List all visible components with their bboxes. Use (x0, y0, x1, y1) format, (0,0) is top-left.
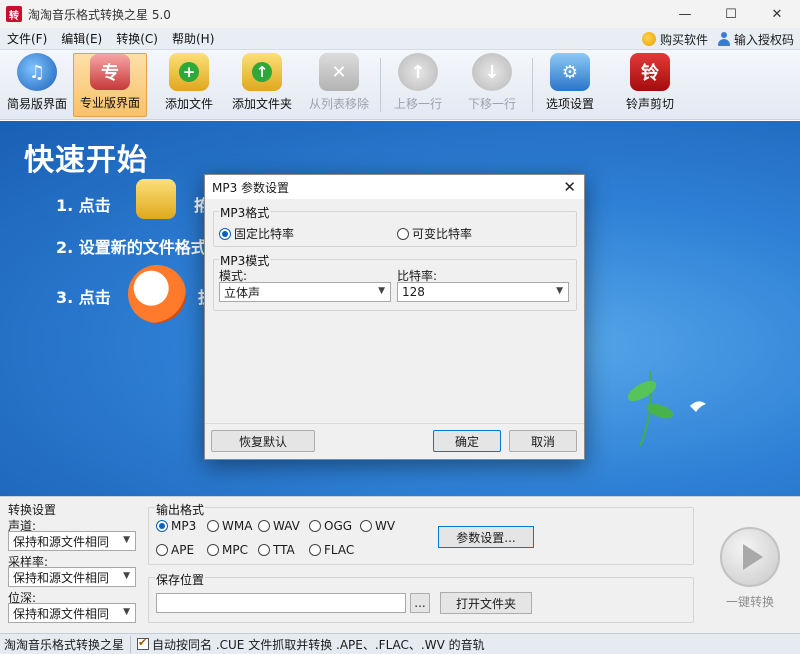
mode-select[interactable]: 立体声 ▼ (219, 282, 391, 302)
param-settings-button[interactable]: 参数设置... (438, 526, 534, 548)
move-up-icon: ↑ (398, 53, 438, 91)
chevron-down-icon: ▼ (123, 571, 130, 581)
open-folder-button[interactable]: 打开文件夹 (440, 592, 532, 614)
status-app-name: 淘淘音乐格式转换之星 (0, 635, 132, 653)
status-bar: 淘淘音乐格式转换之星 自动按同名 .CUE 文件抓取并转换 .APE、.FLAC… (0, 633, 800, 654)
format-radio-ape[interactable]: APE (156, 543, 194, 557)
cancel-button[interactable]: 取消 (509, 430, 577, 452)
move-up-button[interactable]: ↑ 上移一行 (388, 53, 448, 117)
toolbar-separator (380, 58, 381, 112)
chevron-down-icon: ▼ (123, 535, 130, 545)
easy-mode-button[interactable]: ♫ 简易版界面 (4, 53, 70, 117)
save-path-input[interactable] (156, 593, 406, 613)
ok-button[interactable]: 确定 (433, 430, 501, 452)
one-click-convert-button[interactable]: 一键转换 (714, 527, 786, 617)
bitdepth-select[interactable]: 保持和源文件相同 ▼ (8, 603, 136, 623)
menu-edit[interactable]: 编辑(E) (54, 30, 109, 47)
save-location-label: 保存位置 (155, 571, 206, 588)
cbr-radio[interactable]: 固定比特率 (219, 225, 294, 242)
options-icon: ⚙ (550, 53, 590, 91)
add-file-icon: + (169, 53, 209, 91)
minimize-button[interactable]: — (662, 0, 708, 28)
samplerate-select[interactable]: 保持和源文件相同 ▼ (8, 567, 136, 587)
mp3-settings-dialog: MP3 参数设置 ✕ MP3格式 固定比特率 可变比特率 MP3模式 模式: 立… (204, 174, 585, 460)
remove-from-list-button[interactable]: ✕ 从列表移除 (306, 53, 372, 117)
toolbar-separator (532, 58, 533, 112)
remove-icon: ✕ (319, 53, 359, 91)
dialog-title: MP3 参数设置 (212, 180, 290, 195)
chevron-down-icon: ▼ (556, 286, 563, 296)
convert-settings-title: 转换设置 (8, 503, 57, 517)
step-2-text: 2. 设置新的文件格式 (56, 238, 207, 257)
convert-icon (128, 265, 186, 323)
user-icon (717, 32, 730, 46)
format-radio-mp3[interactable]: MP3 (156, 519, 196, 533)
pro-mode-icon: 专 (90, 54, 130, 90)
register-link[interactable]: 输入授权码 (717, 31, 794, 48)
move-down-button[interactable]: ↓ 下移一行 (462, 53, 522, 117)
title-bar: 转 淘淘音乐格式转换之星 5.0 — ☐ ✕ (0, 0, 800, 28)
menu-file[interactable]: 文件(F) (0, 30, 54, 47)
window-title: 淘淘音乐格式转换之星 5.0 (28, 7, 171, 22)
ringtone-icon: 铃 (630, 53, 670, 91)
add-file-icon (136, 179, 176, 219)
add-folder-icon: ↑ (242, 53, 282, 91)
reset-default-button[interactable]: 恢复默认 (211, 430, 315, 452)
dialog-divider (205, 423, 584, 424)
step-1-text: 1. 点击 (56, 196, 111, 215)
chevron-down-icon: ▼ (378, 286, 385, 296)
move-down-icon: ↓ (472, 53, 512, 91)
options-button[interactable]: ⚙ 选项设置 (542, 53, 598, 117)
pro-mode-button[interactable]: 专 专业版界面 (73, 53, 147, 117)
settings-panel: 转换设置 声道: 保持和源文件相同 ▼ 采样率: 保持和源文件相同 ▼ 位深: 保持… (0, 496, 800, 633)
add-folder-button[interactable]: ↑ 添加文件夹 (228, 53, 296, 117)
maximize-button[interactable]: ☐ (708, 0, 754, 28)
menu-bar: 文件(F) 编辑(E) 转换(C) 帮助(H) 购买软件 输入授权码 (0, 28, 800, 50)
menu-help[interactable]: 帮助(H) (165, 30, 221, 47)
add-file-button[interactable]: + 添加文件 (160, 53, 218, 117)
format-radio-wma[interactable]: WMA (207, 519, 252, 533)
toolbar: ♫ 简易版界面 专 专业版界面 + 添加文件 ↑ 添加文件夹 ✕ 从列表移除 ↑… (0, 50, 800, 120)
format-radio-mpc[interactable]: MPC (207, 543, 248, 557)
bitrate-select[interactable]: 128 ▼ (397, 282, 569, 302)
dialog-title-bar: MP3 参数设置 ✕ (205, 175, 584, 199)
format-radio-wav[interactable]: WAV (258, 519, 300, 533)
app-icon: 转 (6, 6, 22, 22)
mp3-format-label: MP3格式 (219, 204, 271, 221)
chevron-down-icon: ▼ (123, 607, 130, 617)
browse-button[interactable]: ... (410, 593, 430, 613)
auto-rename-checkbox[interactable] (137, 636, 150, 650)
vbr-radio[interactable]: 可变比特率 (397, 225, 472, 242)
close-button[interactable]: ✕ (754, 0, 800, 28)
play-icon (720, 527, 780, 587)
leaf-decoration-icon (627, 370, 706, 447)
format-radio-flac[interactable]: FLAC (309, 543, 354, 557)
channel-select[interactable]: 保持和源文件相同 ▼ (8, 531, 136, 551)
format-radio-ogg[interactable]: OGG (309, 519, 352, 533)
format-radio-tta[interactable]: TTA (258, 543, 295, 557)
ringtone-cut-button[interactable]: 铃 铃声剪切 (622, 53, 678, 117)
step-3-text: 3. 点击 (56, 288, 111, 307)
coin-icon (641, 32, 656, 46)
auto-rename-label: 自动按同名 .CUE 文件抓取并转换 .APE、.FLAC、.WV 的音轨 (152, 637, 485, 652)
buy-software-link[interactable]: 购买软件 (641, 31, 708, 48)
quickstart-title: 快速开始 (24, 143, 148, 178)
output-format-label: 输出格式 (155, 501, 206, 518)
dialog-close-icon[interactable]: ✕ (563, 178, 576, 196)
easy-mode-icon: ♫ (17, 53, 57, 91)
format-radio-wv[interactable]: WV (360, 519, 395, 533)
menu-convert[interactable]: 转换(C) (109, 30, 165, 47)
